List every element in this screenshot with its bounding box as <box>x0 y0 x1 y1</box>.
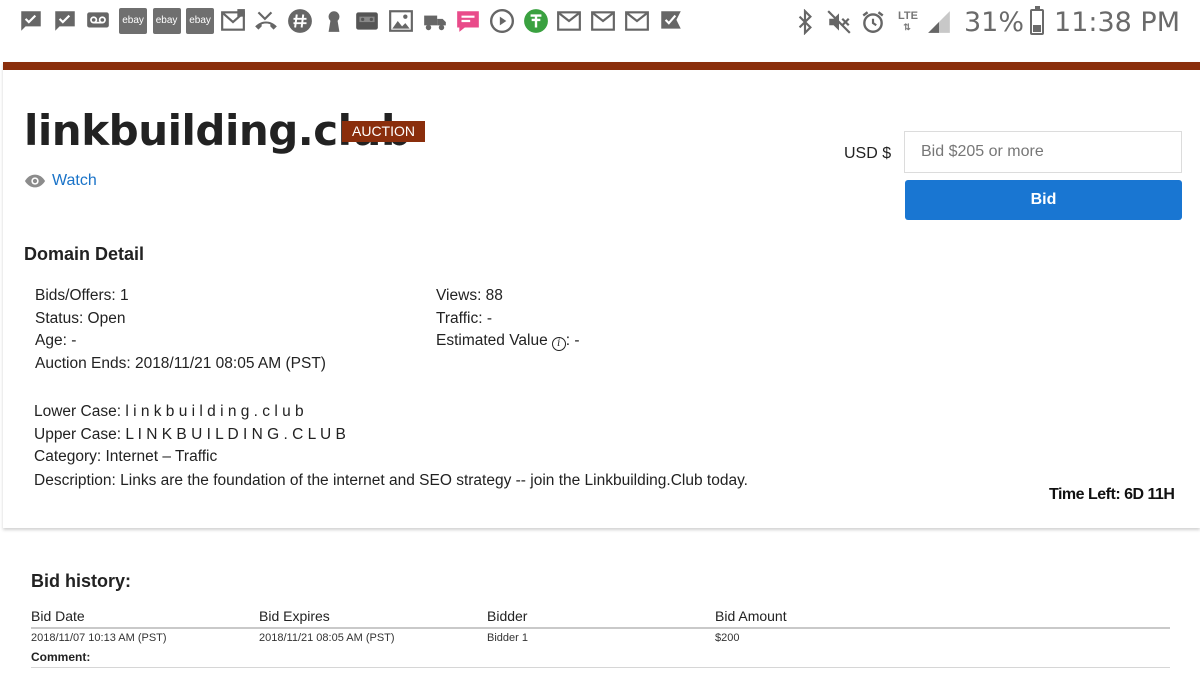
watch-label: Watch <box>52 172 97 189</box>
ebay-icon: ebay <box>119 8 148 34</box>
ebay-icon: ebay <box>186 8 215 34</box>
clock: 11:38 PM <box>1054 6 1180 38</box>
views-count: Views: 88 <box>436 287 503 304</box>
news-icon <box>523 8 549 34</box>
table-header-divider <box>31 627 1170 629</box>
category-text: Category: Internet – Traffic <box>34 448 218 465</box>
system-status: LTE ⇅ 31% 11:38 PM <box>792 4 1180 40</box>
age-text: Age: - <box>35 332 77 349</box>
bid-date-cell: 2018/11/07 10:13 AM (PST) <box>31 632 167 644</box>
watch-button[interactable]: Watch <box>24 172 97 190</box>
checkmark-message-icon <box>658 8 684 34</box>
voicemail-icon <box>85 8 111 34</box>
estimated-value: Estimated Value i: - <box>436 332 580 351</box>
keyhole-icon <box>321 8 347 34</box>
eye-icon <box>24 174 46 188</box>
column-header-bid-amount: Bid Amount <box>715 608 787 624</box>
auction-ends: Auction Ends: 2018/11/21 08:05 AM (PST) <box>35 354 326 372</box>
missed-call-icon <box>253 8 279 34</box>
battery-fill <box>1033 25 1042 32</box>
bid-history-title: Bid history: <box>31 571 132 591</box>
status-bar: ebay ebay ebay LTE ⇅ 31% 11:38 PM <box>0 0 1200 44</box>
time-left: Time Left: 6D 11H <box>1049 486 1175 503</box>
status-text: Status: Open <box>35 309 126 327</box>
traffic-text: Traffic: - <box>436 309 492 327</box>
notification-icons: ebay ebay ebay <box>18 8 691 34</box>
data-arrows: ⇅ <box>903 22 913 32</box>
column-header-bid-expires: Bid Expires <box>259 608 330 624</box>
mail-icon <box>590 8 616 34</box>
ebay-icon: ebay <box>152 8 181 34</box>
checkmark-message-icon <box>52 8 78 34</box>
battery-icon <box>1030 6 1045 35</box>
checkmark-message-icon <box>18 8 44 34</box>
info-icon[interactable]: i <box>551 337 566 351</box>
bid-button[interactable]: Bid <box>905 180 1182 220</box>
auction-badge: AUCTION <box>342 121 425 142</box>
bid-expires-cell: 2018/11/21 08:05 AM (PST) <box>259 632 395 644</box>
email-icon <box>220 8 246 34</box>
currency-label: USD $ <box>844 145 892 162</box>
network-type: LTE <box>898 10 918 22</box>
row-divider <box>31 667 1170 668</box>
upper-case-spelling: Upper Case: L I N K B U I L D I N G . C … <box>34 425 346 443</box>
bid-amount-cell: $200 <box>715 632 740 644</box>
play-icon <box>489 8 515 34</box>
bluetooth-icon <box>792 9 818 35</box>
column-header-bidder: Bidder <box>487 608 528 624</box>
bids-offers: Bids/Offers: 1 <box>35 287 129 304</box>
bid-amount-input[interactable] <box>904 131 1182 173</box>
image-icon <box>388 8 414 34</box>
hashtag-icon <box>287 8 313 34</box>
lte-icon: LTE ⇅ <box>894 11 922 33</box>
chat-icon <box>455 8 481 34</box>
cassette-icon <box>354 8 380 34</box>
mail-icon <box>624 8 650 34</box>
mute-icon <box>826 9 852 35</box>
bidder-cell: Bidder 1 <box>487 632 528 644</box>
mail-icon <box>556 8 582 34</box>
domain-detail-heading: Domain Detail <box>24 244 145 264</box>
estimated-value-amount: : - <box>565 332 580 349</box>
delivery-icon <box>422 8 448 34</box>
lower-case-spelling: Lower Case: l i n k b u i l d i n g . c … <box>34 403 304 420</box>
signal-icon <box>926 9 952 35</box>
description-text: Description: Links are the foundation of… <box>34 472 748 489</box>
alarm-icon <box>860 9 886 35</box>
domain-card: linkbuilding.club AUCTION Watch USD $ Bi… <box>3 62 1200 528</box>
estimated-value-label: Estimated Value <box>436 332 548 349</box>
column-header-bid-date: Bid Date <box>31 608 85 624</box>
comment-label: Comment: <box>31 650 91 664</box>
battery-percent: 31% <box>964 6 1025 38</box>
